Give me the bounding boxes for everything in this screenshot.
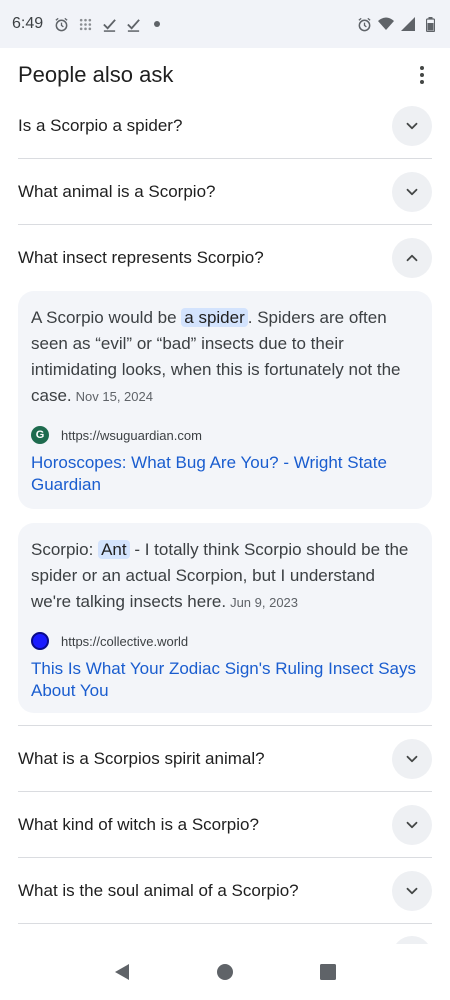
grid-dots-icon: [77, 16, 93, 32]
check-icon: [125, 16, 141, 32]
source-row[interactable]: G https://wsuguardian.com: [31, 426, 419, 444]
signal-icon: [400, 16, 416, 32]
chevron-down-icon[interactable]: [392, 870, 432, 911]
answer-date: Jun 9, 2023: [230, 595, 299, 610]
chevron-down-icon[interactable]: [392, 105, 432, 146]
question-row[interactable]: What is a Scorpios spirit animal?: [18, 726, 432, 792]
question-row-expanded[interactable]: What insect represents Scorpio?: [18, 225, 432, 291]
source-url: https://wsuguardian.com: [61, 427, 202, 443]
question-text: What is a Scorpios spirit animal?: [18, 748, 265, 768]
answer-text: Scorpio: Ant - I totally think Scorpio s…: [31, 537, 419, 616]
answer-highlight: Ant: [98, 540, 130, 559]
source-link[interactable]: This Is What Your Zodiac Sign's Ruling I…: [31, 658, 419, 702]
answer-text-part: Scorpio:: [31, 540, 99, 559]
chevron-down-icon[interactable]: [392, 738, 432, 779]
question-text: Is a Scorpio a spider?: [18, 115, 183, 135]
check-icon: [101, 16, 117, 32]
question-text: What is the soul animal of a Scorpio?: [18, 880, 299, 900]
more-options-icon[interactable]: [412, 61, 432, 89]
question-row[interactable]: What animal is a Scorpio?: [18, 159, 432, 225]
source-favicon-icon: [31, 632, 49, 650]
source-row[interactable]: https://collective.world: [31, 632, 419, 650]
question-row[interactable]: What is the soul animal of a Scorpio?: [18, 858, 432, 924]
back-icon[interactable]: [110, 960, 134, 984]
question-row[interactable]: What kind of witch is a Scorpio?: [18, 792, 432, 858]
source-url: https://collective.world: [61, 633, 189, 649]
battery-icon: [422, 16, 438, 32]
answer-text-part: A Scorpio would be: [31, 308, 182, 327]
alarm-icon: [356, 16, 372, 32]
favicon-letter: G: [35, 429, 45, 441]
status-bar: 6:49: [0, 0, 450, 48]
question-text: What kind of witch is a Scorpio?: [18, 814, 259, 834]
chevron-down-icon[interactable]: [392, 171, 432, 212]
question-text: What insect represents Scorpio?: [18, 248, 264, 267]
home-icon[interactable]: [213, 960, 237, 984]
answer-text: A Scorpio would be a spider. Spiders are…: [31, 305, 419, 410]
answer-date: Nov 15, 2024: [75, 389, 153, 404]
status-time: 6:49: [12, 15, 44, 32]
recents-icon[interactable]: [316, 960, 340, 984]
wifi-icon: [378, 16, 394, 32]
answer-card: Scorpio: Ant - I totally think Scorpio s…: [18, 523, 432, 713]
question-row[interactable]: Is a Scorpio a spider?: [18, 93, 432, 159]
question-text: What animal is a Scorpio?: [18, 181, 216, 201]
dot-icon: [149, 16, 165, 32]
alarm-icon: [53, 16, 69, 32]
people-also-ask-header: People also ask: [18, 58, 432, 92]
answer-card: A Scorpio would be a spider. Spiders are…: [18, 291, 432, 509]
answer-highlight: a spider: [181, 308, 248, 327]
chevron-up-icon[interactable]: [392, 238, 432, 278]
navigation-bar: [0, 944, 450, 1000]
chevron-down-icon[interactable]: [392, 804, 432, 845]
section-title: People also ask: [18, 62, 174, 87]
source-link[interactable]: Horoscopes: What Bug Are You? - Wright S…: [31, 452, 419, 496]
source-favicon-icon: G: [31, 426, 49, 444]
